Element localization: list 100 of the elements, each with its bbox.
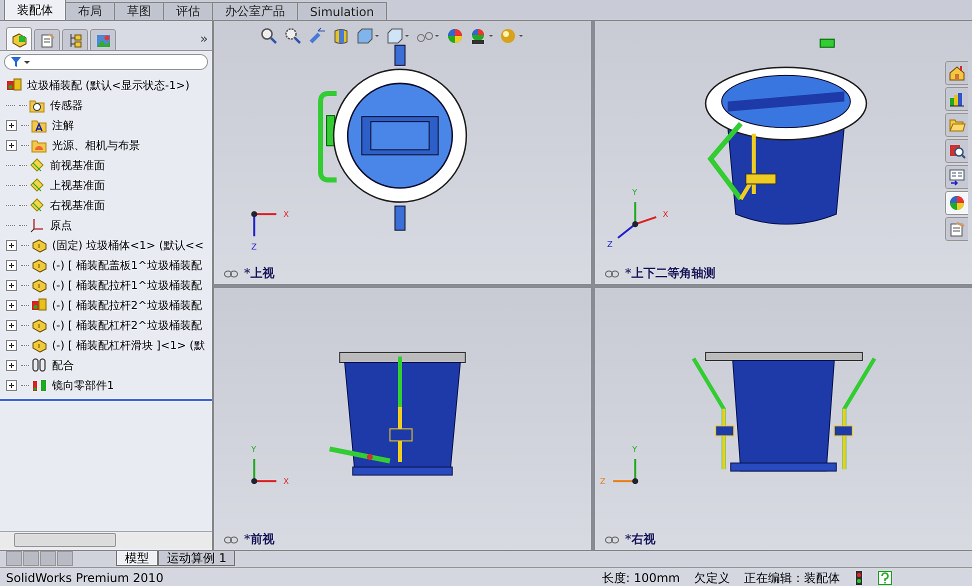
length-unit: 长度: 100mm	[602, 570, 680, 586]
axis-label: Y	[251, 444, 256, 454]
feature-icon	[31, 256, 48, 274]
search-icon	[948, 142, 966, 160]
feature-icon	[31, 356, 48, 374]
task-pane-tab[interactable]	[945, 217, 968, 241]
view-label: *前视	[244, 532, 274, 546]
link-icon	[605, 536, 619, 544]
scene-icon[interactable]	[470, 27, 494, 45]
document-icon	[948, 220, 966, 238]
expand-icon[interactable]	[6, 380, 17, 390]
tree-root[interactable]: 垃圾桶装配 (默认<显示状态-1>)	[6, 75, 212, 95]
axis-label: Z	[600, 476, 606, 486]
axis-label: Z	[251, 242, 257, 252]
filter-field[interactable]	[4, 54, 208, 70]
manager-tab[interactable]	[62, 29, 88, 50]
feature-icon	[31, 316, 48, 334]
horizontal-scrollbar[interactable]	[0, 531, 212, 548]
palette-icon	[948, 168, 966, 186]
feature-icon	[31, 276, 48, 294]
help-icon[interactable]	[878, 571, 892, 585]
feature-icon	[31, 336, 48, 354]
feature-icon	[31, 296, 48, 314]
tree-item[interactable]: (-) [ 桶装配拉杆2^垃圾桶装配	[52, 298, 202, 312]
section-view-icon[interactable]	[332, 27, 350, 45]
axis-label: Z	[607, 240, 613, 250]
viewport[interactable]: X Y Z *上下二等角轴测	[595, 21, 972, 284]
task-pane-tab[interactable]	[945, 61, 968, 85]
bottom-tab[interactable]: 运动算例 1	[158, 551, 236, 566]
color-wheel-icon	[948, 194, 966, 212]
property-sheet-icon	[38, 32, 56, 48]
expand-icon[interactable]	[6, 260, 17, 270]
expand-icon[interactable]	[6, 240, 17, 250]
feature-icon	[29, 196, 46, 214]
command-tab[interactable]: 装配体	[4, 0, 66, 20]
view-orientation-icon[interactable]	[356, 27, 380, 45]
tree-item[interactable]: 前视基准面	[50, 158, 105, 172]
tree-item[interactable]: 右视基准面	[50, 198, 105, 212]
library-icon	[948, 90, 966, 108]
tree-item[interactable]: 上视基准面	[50, 178, 105, 192]
viewport[interactable]: Z Y *右视	[595, 288, 972, 550]
expand-icon[interactable]	[6, 140, 17, 150]
link-icon	[224, 270, 238, 278]
axis-label: X	[662, 210, 668, 219]
filter-icon	[11, 57, 31, 67]
zoom-icon[interactable]	[260, 27, 278, 45]
viewport[interactable]: X Y *前视	[214, 288, 591, 550]
command-tab[interactable]: 布局	[65, 2, 115, 20]
tree-item[interactable]: (-) [ 桶装配杠杆2^垃圾桶装配	[52, 318, 202, 332]
tree-item[interactable]: (-) [ 桶装配拉杆1^垃圾桶装配	[52, 278, 202, 292]
view-label: *右视	[625, 532, 656, 546]
more-tabs-button[interactable]: »	[200, 32, 208, 50]
tree-item[interactable]: (固定) 垃圾桶体<1> (默认<<	[52, 238, 204, 252]
expand-icon[interactable]	[6, 280, 17, 290]
tree-item[interactable]: 注解	[52, 118, 74, 132]
display-style-icon[interactable]	[386, 27, 410, 45]
origin-dot-icon	[632, 221, 638, 228]
traffic-light-icon	[854, 571, 864, 585]
view-label: *上视	[244, 266, 274, 280]
assembly-icon	[6, 76, 23, 94]
feature-tree-icon	[10, 30, 28, 48]
expand-icon[interactable]	[6, 340, 17, 350]
manager-tab[interactable]	[6, 27, 32, 50]
tree-item[interactable]: 原点	[50, 218, 72, 232]
axis-label: Y	[632, 444, 638, 454]
task-pane-tab[interactable]	[945, 165, 968, 189]
command-tab[interactable]: 评估	[163, 2, 213, 20]
expand-icon[interactable]	[6, 320, 17, 330]
feature-icon	[29, 176, 46, 194]
task-pane-tab[interactable]	[945, 87, 968, 111]
origin-dot-icon	[632, 478, 638, 484]
tree-item[interactable]: 传感器	[50, 98, 83, 112]
definition-status: 欠定义	[694, 570, 730, 586]
command-tab[interactable]: 草图	[114, 2, 164, 20]
tree-item[interactable]: (-) [ 桶装配盖板1^垃圾桶装配	[52, 258, 202, 272]
task-pane-tab[interactable]	[945, 139, 968, 163]
view-label: *上下二等角轴测	[625, 266, 716, 280]
tree-item[interactable]: 配合	[52, 358, 74, 372]
tree-item[interactable]: 光源、相机与布景	[52, 138, 140, 152]
axis-label: X	[283, 210, 289, 220]
editing-status: 正在编辑：装配体	[744, 570, 840, 586]
home-icon	[948, 64, 966, 82]
command-tab[interactable]: 办公室产品	[212, 2, 298, 20]
expand-icon[interactable]	[6, 360, 17, 370]
feature-icon	[31, 236, 48, 254]
expand-icon[interactable]	[6, 120, 17, 130]
tree-item[interactable]: (-) [ 桶装配杠杆滑块 ]<1> (默	[52, 338, 205, 352]
link-icon	[605, 270, 619, 278]
bottom-tab[interactable]: 模型	[116, 551, 158, 566]
previous-view-icon[interactable]	[308, 27, 326, 45]
tree-item[interactable]: 镜向零部件1	[52, 378, 114, 392]
zoom-area-icon[interactable]	[284, 27, 302, 45]
origin-dot-icon	[251, 211, 258, 218]
manager-tab[interactable]	[34, 29, 60, 50]
appearance-icon[interactable]	[446, 27, 464, 45]
expand-icon[interactable]	[6, 300, 17, 310]
viewport[interactable]: X Z *上视	[214, 21, 591, 284]
feature-icon	[29, 216, 46, 234]
command-tab[interactable]: Simulation	[297, 2, 387, 20]
task-pane-tab[interactable]	[945, 191, 968, 215]
